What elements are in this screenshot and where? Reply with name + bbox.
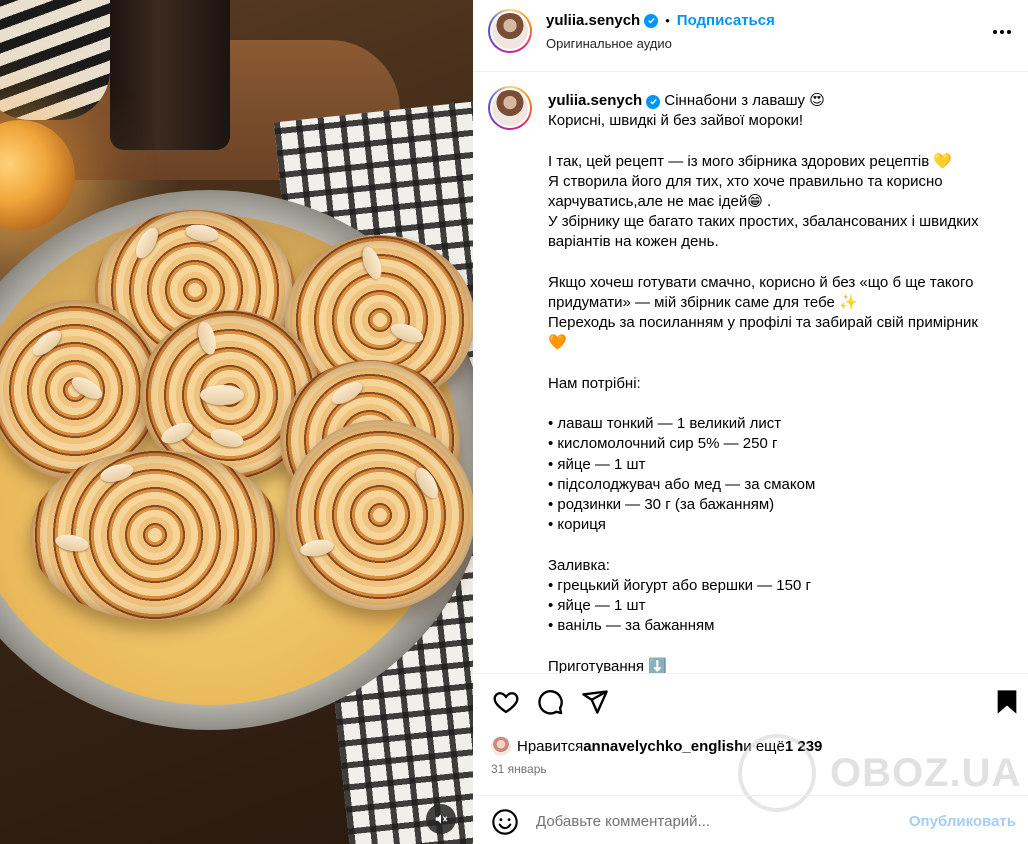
follow-button[interactable]: Подписаться — [677, 12, 775, 29]
profile-avatar[interactable] — [488, 9, 532, 53]
comment-bar: Опубликовать — [473, 795, 1028, 844]
almond-flake — [200, 385, 244, 405]
account-username[interactable]: yuliia.senych — [546, 12, 640, 29]
caption-line: • яйце — 1 шт — [548, 597, 646, 614]
caption-line: харчуватись,але не має ідей😁 . — [548, 193, 772, 210]
caption-line — [548, 131, 1008, 151]
caption-line: • кисломолочний сир 5% — 250 г — [548, 435, 778, 453]
striped-vase — [0, 0, 110, 120]
caption-line: Переходь за посиланням у профілі та заби… — [548, 314, 978, 332]
caption-line — [548, 394, 1008, 414]
watermark-text: OBOZ.UA — [830, 750, 1022, 795]
caption-line: • лаваш тонкий — 1 великий лист — [548, 415, 782, 433]
comment-input[interactable] — [536, 808, 896, 834]
caption-line: Приготування ⬇️ — [548, 657, 667, 673]
post-header: yuliia.senych • Подписаться Оригинальное… — [473, 0, 1028, 72]
heart-icon — [493, 692, 519, 714]
caption-username[interactable]: yuliia.senych — [548, 92, 642, 109]
caption-line: 🧡 — [548, 334, 567, 352]
verified-badge-icon — [644, 13, 659, 28]
caption-line: І так, цей рецепт — із мого збірника здо… — [548, 152, 953, 170]
verified-badge-icon — [646, 94, 661, 109]
liker-username[interactable]: annavelychko_english — [583, 738, 743, 755]
bottle — [110, 0, 230, 150]
emoji-button[interactable] — [491, 808, 519, 836]
caption-line — [548, 535, 1008, 555]
caption-line: варіантів на кожен день. — [548, 233, 719, 251]
separator-dot: • — [665, 13, 670, 28]
bookmark-icon — [997, 690, 1017, 714]
audio-label[interactable]: Оригинальное аудио — [546, 36, 672, 51]
comment-button[interactable] — [536, 688, 564, 716]
caption-line: У збірнику ще багато таких простих, збал… — [548, 213, 979, 231]
caption-line — [548, 636, 1008, 656]
save-button[interactable] — [993, 688, 1021, 716]
caption-line: • родзинки — 30 г (за бажанням) — [548, 496, 775, 513]
caption-scroll-area[interactable]: yuliia.senych Сіннабони з лавашу 😍 Корис… — [473, 73, 1028, 673]
emoji-icon — [492, 809, 518, 835]
post-actions: Нравится annavelychko_english и ещё 1 23… — [473, 673, 1028, 812]
caption-title: Сіннабони з лавашу 😍 — [664, 92, 825, 109]
share-icon — [582, 690, 608, 714]
caption-line: Якщо хочеш готувати смачно, корисно й бе… — [548, 273, 974, 291]
likes-prefix: Нравится — [517, 737, 584, 755]
post-date[interactable]: 31 январь — [491, 762, 547, 776]
caption-line: придумати» — мій збірник саме для тебе ✨ — [548, 294, 858, 311]
post-media[interactable] — [0, 0, 473, 844]
post-comment-button[interactable]: Опубликовать — [909, 813, 1016, 830]
caption-line — [548, 253, 1008, 273]
caption-line: • яйце — 1 шт — [548, 455, 646, 473]
comment-icon — [538, 690, 563, 715]
caption-line: • кориця — [548, 516, 606, 534]
liker-avatar[interactable] — [491, 736, 511, 756]
share-button[interactable] — [581, 688, 609, 716]
muted-speaker-icon — [435, 814, 448, 824]
caption-line: Корисні, швидкі й без зайвої мороки! — [548, 112, 803, 130]
caption-line: Я створила його для тих, хто хоче правил… — [548, 172, 943, 190]
more-icon — [993, 30, 1011, 34]
post-caption: yuliia.senych Сіннабони з лавашу 😍 Корис… — [548, 91, 1008, 673]
caption-line — [548, 354, 1008, 374]
cinnabon-roll — [285, 420, 473, 648]
mute-button[interactable] — [426, 804, 456, 834]
caption-first-line: yuliia.senych Сіннабони з лавашу 😍 — [548, 91, 1008, 111]
caption-line: Нам потрібні: — [548, 374, 641, 392]
caption-avatar[interactable] — [488, 86, 532, 130]
like-button[interactable] — [492, 688, 520, 716]
header-account-line: yuliia.senych • Подписаться — [546, 12, 775, 29]
more-options-button[interactable] — [990, 20, 1014, 44]
post-sidebar: yuliia.senych • Подписаться Оригинальное… — [473, 0, 1028, 844]
caption-line: Заливка: — [548, 556, 610, 574]
caption-line: • підсолоджувач або мед — за смаком — [548, 475, 816, 493]
caption-line: • грецький йогурт або вершки — 150 г — [548, 576, 811, 594]
caption-line: • ваніль — за бажанням — [548, 617, 715, 635]
